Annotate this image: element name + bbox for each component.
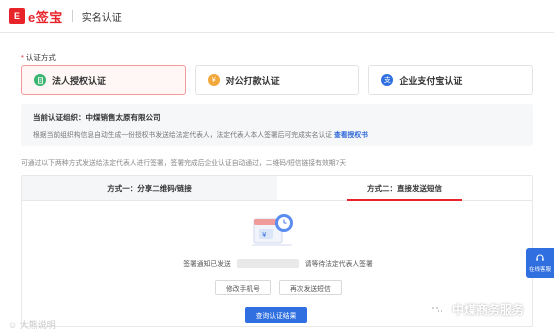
method-label: 对公打款认证 <box>225 75 280 86</box>
redacted-phone <box>236 258 299 268</box>
logo-text: e签宝 <box>28 9 63 25</box>
method-corporate-transfer[interactable]: ¥ 对公打款认证 <box>194 65 360 95</box>
tab-send-sms[interactable]: 方式二：直接发送短信 <box>277 176 532 201</box>
tab-share-qrcode-link[interactable]: 方式一：分享二维码/链接 <box>22 176 277 200</box>
resend-sms-button[interactable]: 再次发送短信 <box>278 280 342 295</box>
method-label: 企业支付宝认证 <box>399 75 463 86</box>
status-after: 请等待法定代表人签署 <box>304 261 373 268</box>
modify-phone-button[interactable]: 修改手机号 <box>215 280 271 295</box>
sms-status: 签署通知已发送 请等待法定代表人签署 <box>148 258 408 268</box>
svg-text:¥: ¥ <box>262 231 267 239</box>
logo[interactable]: E e签宝 <box>9 7 63 26</box>
watermark-right-text: 中煤商务服务 <box>452 303 525 317</box>
top-bar: E e签宝 实名认证 <box>0 0 554 33</box>
wechat-icon <box>428 303 445 315</box>
current-org: 当前认证组织：中煤销售太原有限公司 <box>33 113 161 122</box>
send-hint: 可通过以下两种方式发送给法定代表人进行签署，签署完成后企业认证自动通过，二维码/… <box>21 160 347 167</box>
method-enterprise-alipay[interactable]: 支 企业支付宝认证 <box>368 65 534 95</box>
status-before: 签署通知已发送 <box>183 261 231 268</box>
page-title: 实名认证 <box>81 12 122 24</box>
watermark-left: ☺ 大熊说明 <box>8 320 56 330</box>
online-service-label: 在线客服 <box>528 267 551 273</box>
online-service-button[interactable]: 在线客服 <box>526 248 554 278</box>
coin-icon: ¥ <box>207 74 220 86</box>
required-star: * <box>21 53 24 62</box>
auth-method-label-text: 认证方式 <box>25 53 56 62</box>
watermark-right: 中煤商务服务 <box>428 301 524 318</box>
alipay-icon: 支 <box>381 74 394 86</box>
auth-method-label: * 认证方式 <box>21 52 56 63</box>
sms-actions: 修改手机号 再次发送短信 <box>215 280 342 295</box>
send-method-tabs: 方式一：分享二维码/链接 方式二：直接发送短信 <box>22 176 532 201</box>
auth-method-options: 法人授权认证 ¥ 对公打款认证 支 企业支付宝认证 <box>21 65 534 95</box>
header-divider <box>71 10 73 22</box>
headset-icon <box>536 254 544 261</box>
method-label: 法人授权认证 <box>52 75 107 86</box>
org-info-box: 当前认证组织：中煤销售太原有限公司 根据当前组织构信息自动生成一份授权书发送给法… <box>21 104 533 146</box>
view-authorization-link[interactable]: 查看授权书 <box>334 132 368 139</box>
logo-mark-icon: E <box>9 8 25 24</box>
info-description-text: 根据当前组织构信息自动生成一份授权书发送给法定代表人，法定代表人本人签署后可完成… <box>33 132 333 139</box>
method-legal-rep-authorization[interactable]: 法人授权认证 <box>21 65 186 95</box>
check-result-button[interactable]: 查询认证结果 <box>245 307 307 323</box>
info-description: 根据当前组织构信息自动生成一份授权书发送给法定代表人，法定代表人本人签署后可完成… <box>33 129 521 139</box>
document-icon <box>34 74 46 86</box>
sms-notification-illustration: ¥ <box>252 214 293 246</box>
